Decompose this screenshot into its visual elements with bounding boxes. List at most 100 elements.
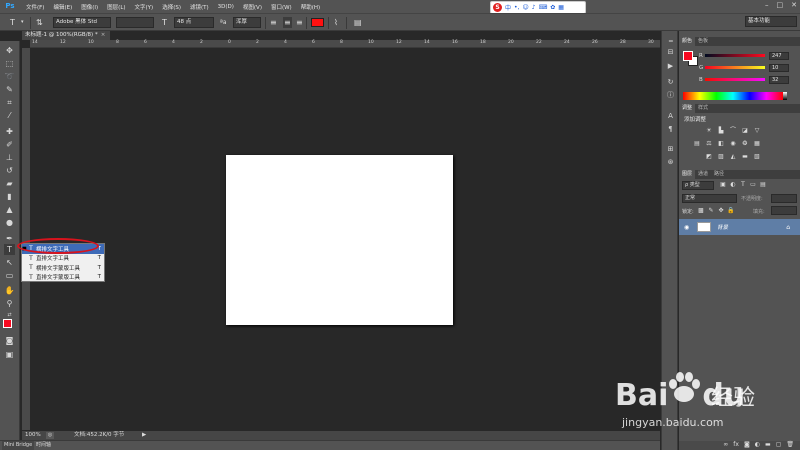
move-tool-icon[interactable]: ✥ [4,45,15,56]
brush-tool-icon[interactable]: ✐ [4,139,15,150]
minimize-button[interactable]: – [765,1,769,9]
blue-slider[interactable] [705,78,765,81]
menu-type[interactable]: 文字(Y) [135,3,154,11]
quick-select-tool-icon[interactable]: ✎ [4,84,15,95]
info-panel-icon[interactable]: ⓘ [665,90,676,101]
filter-pixel-icon[interactable]: ▣ [719,181,727,189]
lock-transparency-icon[interactable]: ▩ [697,207,705,215]
voice-icon[interactable]: ♪ [532,4,536,11]
type-tool-icon[interactable]: T [4,244,15,255]
tab-styles[interactable]: 样式 [695,104,711,113]
marquee-tool-icon[interactable]: ⬚ [4,58,15,69]
keyboard-icon[interactable]: ⌨ [539,4,548,11]
character-panel-icon[interactable]: A [665,111,676,122]
filter-shape-icon[interactable]: ▭ [749,181,757,189]
align-left-icon[interactable]: ≡ [270,17,277,28]
tab-paths[interactable]: 路径 [711,170,727,179]
warp-text-icon[interactable]: ⌇ [334,17,338,28]
red-slider[interactable] [705,54,765,57]
history-icon[interactable]: ↻ [665,77,676,88]
link-layers-icon[interactable]: ∞ [723,441,728,450]
character-panel-icon[interactable]: ▤ [354,17,362,28]
eraser-tool-icon[interactable]: ▰ [4,178,15,189]
lock-position-icon[interactable]: ✥ [717,207,725,215]
gradient-map-icon[interactable]: ▬ [741,153,749,161]
skin-icon[interactable]: ✿ [550,4,555,11]
orientation-toggle-icon[interactable]: ⇅ [36,17,43,28]
menu-select[interactable]: 选择(S) [162,3,181,11]
dodge-tool-icon[interactable]: ● [4,217,15,228]
lock-all-icon[interactable]: 🔒 [727,207,735,215]
adjustment-layer-icon[interactable]: ◐ [755,441,760,450]
history-brush-tool-icon[interactable]: ↺ [4,165,15,176]
align-right-icon[interactable]: ≡ [296,17,303,28]
layer-kind-filter[interactable]: ρ 类型 [682,181,714,190]
tab-color[interactable]: 颜色 [679,37,696,46]
pen-tool-icon[interactable]: ✒ [4,233,15,244]
vertical-ruler[interactable] [22,48,30,430]
actions-panel-icon[interactable]: ▶ [665,61,676,72]
filter-adjust-icon[interactable]: ◐ [729,181,737,189]
blur-tool-icon[interactable]: ▲ [4,204,15,215]
hue-saturation-icon[interactable]: ▤ [693,140,701,148]
eyedropper-tool-icon[interactable]: ⁄ [4,110,15,121]
menu-view[interactable]: 视图(V) [243,3,262,11]
opacity-input[interactable] [771,194,797,203]
filter-type-icon[interactable]: T [739,181,747,189]
color-balance-icon[interactable]: ⚖ [705,140,713,148]
toolbox-icon[interactable]: ▦ [558,4,564,11]
status-menu-arrow[interactable]: ▶ [142,431,146,440]
close-button[interactable]: ✕ [791,1,797,9]
workspace-select[interactable]: 基本功能 [745,16,797,27]
horizontal-type-mask-tool-item[interactable]: T 横排文字蒙版工具 T [22,263,104,273]
ime-mode-toggle[interactable]: 中 [505,3,511,12]
menu-image[interactable]: 图像(I) [81,3,98,11]
new-group-icon[interactable]: ▬ [765,441,771,450]
menu-filter[interactable]: 滤镜(T) [190,3,209,11]
grayscale-ramp[interactable] [783,92,787,100]
tab-timeline[interactable]: 时间轴 [36,441,51,450]
clone-stamp-tool-icon[interactable]: ⊥ [4,152,15,163]
sogou-logo[interactable]: S [493,3,502,12]
filter-smart-icon[interactable]: ▤ [759,181,767,189]
curves-icon[interactable]: ⌒ [729,127,737,135]
text-color-swatch[interactable] [311,18,324,27]
brightness-icon[interactable]: ☀ [705,127,713,135]
document-tab[interactable]: 未标题-1 @ 100%(RGB/8) * × [22,31,110,40]
font-family-select[interactable]: Adobe 黑体 Std [53,17,111,28]
vertical-type-tool-item[interactable]: T 直排文字工具 T [22,254,104,264]
add-mask-icon[interactable]: ◙ [744,441,750,450]
zoom-tool-icon[interactable]: ⚲ [4,298,15,309]
maximize-button[interactable]: □ [777,1,784,9]
screen-mode-icon[interactable]: ▣ [4,349,15,360]
align-center-icon[interactable]: ≡ [283,17,292,28]
green-slider[interactable] [705,66,765,69]
delete-layer-icon[interactable]: 🗑 [786,441,794,450]
font-size-select[interactable]: 48 点 [174,17,214,28]
preset-dropdown-icon[interactable]: ▾ [21,17,24,28]
antialias-select[interactable]: 浑厚 [233,17,261,28]
horizontal-ruler[interactable]: 14 12 10 8 6 4 2 0 2 4 6 8 10 12 14 16 18 20 22 24 26 28 30 [30,40,660,48]
color-lookup-icon[interactable]: ▦ [753,140,761,148]
photo-filter-icon[interactable]: ◉ [729,140,737,148]
layer-row-background[interactable]: ◉ 背景 ⌂ [679,219,800,235]
tab-swatches[interactable]: 色板 [695,37,711,46]
close-tab-icon[interactable]: × [101,32,106,38]
vibrance-icon[interactable]: ▽ [753,127,761,135]
clone-source-icon[interactable]: ⊛ [665,157,676,168]
lock-pixels-icon[interactable]: ✎ [707,207,715,215]
layer-style-icon[interactable]: fx [733,441,739,450]
green-value[interactable]: 10 [769,63,789,72]
zoom-icon[interactable]: ◎ [46,432,54,439]
document-canvas[interactable] [226,155,453,325]
quick-mask-icon[interactable]: ◙ [4,335,15,346]
healing-brush-tool-icon[interactable]: ✚ [4,126,15,137]
visibility-eye-icon[interactable]: ◉ [684,224,689,231]
selective-color-icon[interactable]: ▧ [753,153,761,161]
menu-window[interactable]: 窗口(W) [271,3,292,11]
layer-name[interactable]: 背景 [717,223,728,231]
brush-panel-icon[interactable]: ⊞ [665,144,676,155]
hand-tool-icon[interactable]: ✋ [4,285,15,296]
tab-channels[interactable]: 通道 [695,170,711,179]
type-tool-preset-icon[interactable]: T [10,17,15,28]
